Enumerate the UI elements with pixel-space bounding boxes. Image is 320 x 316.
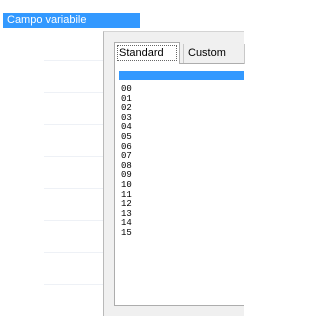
list-item[interactable] [119,71,244,80]
field-picker-popup: Standard Custom 00 01 02 03 04 05 06 07 … [103,31,245,316]
list-item[interactable]: 11 [119,190,244,201]
list-item[interactable]: 14 [119,219,244,229]
tab-panel: 00 01 02 03 04 05 06 07 08 09 10 11 12 1… [114,63,244,306]
list-item[interactable]: 03 [119,113,244,124]
list-item[interactable]: 01 [119,94,244,105]
tab-custom[interactable]: Custom [183,44,245,64]
list-item[interactable]: 07 [119,152,244,162]
list-item[interactable]: 12 [119,200,244,210]
list-item[interactable]: 04 [119,123,244,133]
tab-standard[interactable]: Standard [114,42,180,64]
list-item[interactable]: 10 [119,180,244,191]
list-item[interactable]: 15 [119,228,244,239]
list-item[interactable]: 00 [119,84,244,95]
list-item[interactable]: 13 [119,209,244,220]
list-item[interactable]: 08 [119,161,244,172]
list-item[interactable]: 02 [119,104,244,114]
list-item[interactable]: 05 [119,132,244,143]
list-item[interactable]: 06 [119,142,244,153]
list-item[interactable]: 09 [119,171,244,181]
window-title: Campo variabile [3,13,140,28]
value-list[interactable]: 00 01 02 03 04 05 06 07 08 09 10 11 12 1… [119,71,244,239]
